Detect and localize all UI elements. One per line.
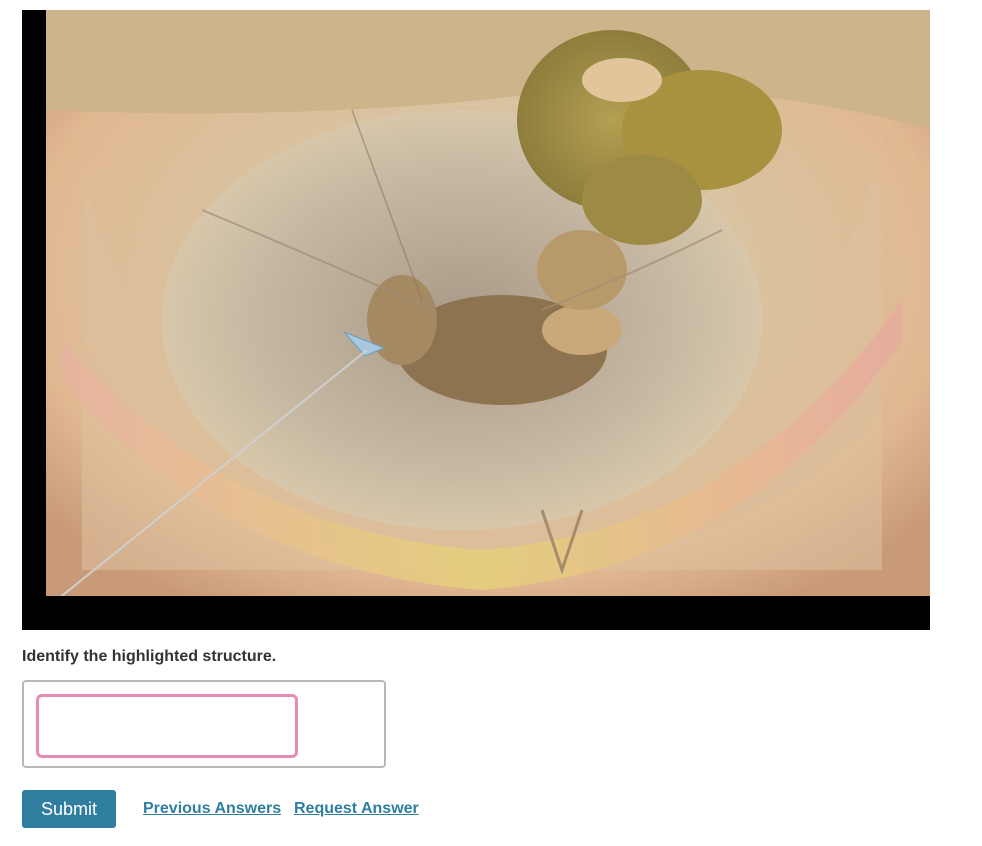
request-answer-link[interactable]: Request Answer [294,800,419,818]
question-prompt: Identify the highlighted structure. [22,648,277,665]
anatomy-image [22,10,930,630]
answer-container [22,680,386,768]
submit-button[interactable]: Submit [22,790,116,828]
answer-input[interactable] [36,694,298,758]
previous-answers-link[interactable]: Previous Answers [143,800,281,818]
